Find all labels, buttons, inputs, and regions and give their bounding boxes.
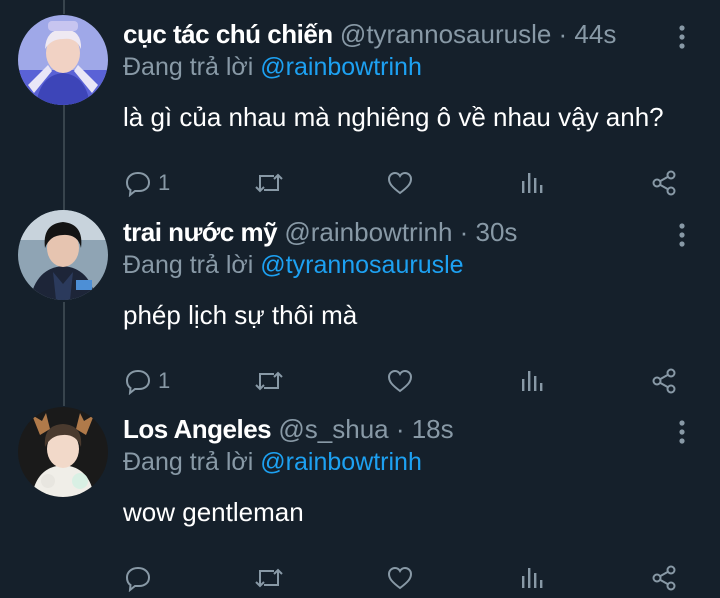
tweet-text: wow gentleman: [123, 497, 304, 527]
share-icon: [652, 170, 676, 196]
share-icon: [652, 565, 676, 591]
thread-line: [63, 0, 65, 14]
reply-prefix: Đang trả lời: [123, 251, 254, 279]
retweet-icon: [255, 173, 283, 193]
display-name[interactable]: cục tác chú chiến: [123, 19, 333, 49]
retweet-icon: [255, 568, 283, 588]
share-button[interactable]: [650, 558, 678, 598]
more-icon: [679, 223, 685, 247]
timestamp[interactable]: 30s: [476, 217, 518, 247]
reply-icon: [125, 171, 151, 197]
display-name[interactable]: Los Angeles: [123, 414, 272, 444]
reply-mention-link[interactable]: @rainbowtrinh: [260, 448, 422, 476]
reply-context: Đang trả lời @rainbowtrinh: [123, 446, 422, 478]
avatar[interactable]: [18, 15, 108, 105]
reply-icon: [125, 566, 151, 592]
reply-button[interactable]: [124, 558, 158, 598]
separator: ·: [452, 217, 476, 247]
more-options-button[interactable]: [672, 417, 692, 447]
tweet-header: cục tác chú chiến @tyrannosaurusle · 44s: [123, 18, 616, 50]
retweet-button[interactable]: [253, 163, 285, 203]
retweet-icon: [255, 371, 283, 391]
like-button[interactable]: [386, 163, 414, 203]
handle[interactable]: @tyrannosaurusle: [340, 19, 551, 49]
analytics-icon: [522, 371, 543, 391]
separator: ·: [551, 19, 575, 49]
retweet-button[interactable]: [253, 361, 285, 401]
reply-count: 1: [158, 368, 171, 393]
retweet-button[interactable]: [253, 558, 285, 598]
avatar[interactable]: [18, 210, 108, 300]
like-button[interactable]: [386, 361, 414, 401]
handle[interactable]: @rainbowtrinh: [284, 217, 452, 247]
tweet-actions: 1: [0, 361, 720, 401]
like-icon: [387, 171, 413, 195]
tweet-text: là gì của nhau mà nghiêng ô về nhau vậy …: [123, 102, 664, 132]
handle[interactable]: @s_shua: [278, 414, 388, 444]
more-icon: [679, 25, 685, 49]
analytics-icon: [522, 568, 543, 588]
reply-button[interactable]: 1: [124, 361, 170, 401]
timestamp[interactable]: 18s: [412, 414, 454, 444]
reply-mention-link[interactable]: @tyrannosaurusle: [260, 251, 463, 279]
tweet-text: phép lịch sự thôi mà: [123, 300, 358, 330]
avatar[interactable]: [18, 407, 108, 497]
reply-count: 1: [158, 170, 171, 195]
reply-mention-link[interactable]: @rainbowtrinh: [260, 53, 422, 81]
tweet-header: trai nước mỹ @rainbowtrinh · 30s: [123, 216, 517, 248]
share-button[interactable]: [650, 163, 678, 203]
analytics-icon: [522, 173, 543, 193]
timestamp[interactable]: 44s: [574, 19, 616, 49]
reply-prefix: Đang trả lời: [123, 448, 254, 476]
reply-icon: [125, 369, 151, 395]
reply-button[interactable]: 1: [124, 163, 170, 203]
tweet-actions: 1: [0, 163, 720, 203]
more-options-button[interactable]: [672, 220, 692, 250]
share-button[interactable]: [650, 361, 678, 401]
like-icon: [387, 566, 413, 590]
more-icon: [679, 420, 685, 444]
more-options-button[interactable]: [672, 22, 692, 52]
avatar-image: [18, 210, 108, 300]
share-icon: [652, 368, 676, 394]
analytics-button[interactable]: [519, 361, 545, 401]
avatar-image: [18, 407, 108, 497]
tweet-header: Los Angeles @s_shua · 18s: [123, 413, 454, 445]
like-icon: [387, 369, 413, 393]
reply-prefix: Đang trả lời: [123, 53, 254, 81]
analytics-button[interactable]: [519, 163, 545, 203]
separator: ·: [388, 414, 412, 444]
display-name[interactable]: trai nước mỹ: [123, 217, 278, 247]
reply-context: Đang trả lời @tyrannosaurusle: [123, 249, 464, 281]
reply-context: Đang trả lời @rainbowtrinh: [123, 51, 422, 83]
analytics-button[interactable]: [519, 558, 545, 598]
avatar-image: [18, 15, 108, 105]
tweet-actions: [0, 558, 720, 598]
like-button[interactable]: [386, 558, 414, 598]
